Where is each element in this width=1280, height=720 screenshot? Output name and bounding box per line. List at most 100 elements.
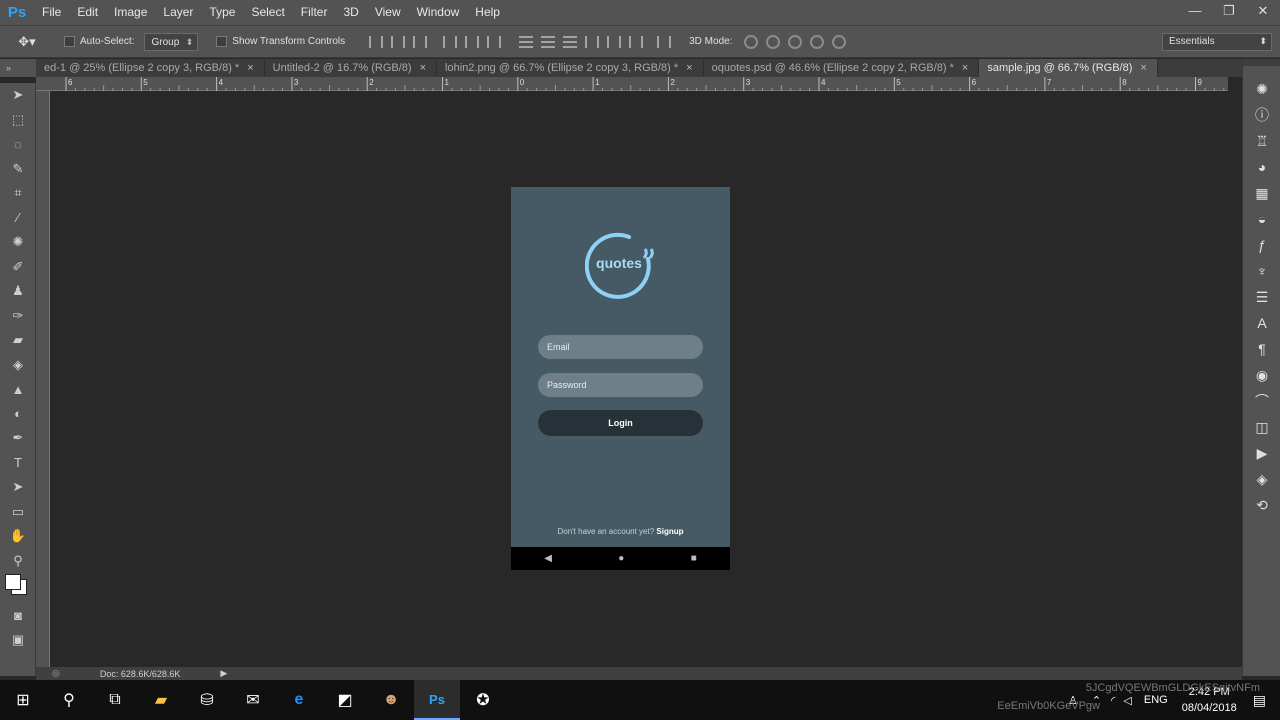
actions-panel-icon[interactable]: ▶ bbox=[1243, 440, 1280, 466]
distribute-bottom-icon[interactable] bbox=[563, 35, 578, 48]
foreground-color-swatch[interactable] bbox=[5, 574, 21, 590]
minimize-button[interactable]: — bbox=[1178, 0, 1212, 25]
paint-bucket-tool-icon[interactable]: ◈ bbox=[0, 353, 36, 378]
menu-window[interactable]: Window bbox=[409, 0, 468, 25]
start-button-icon[interactable]: ⊞ bbox=[0, 680, 46, 720]
dodge-tool-icon[interactable]: ◐ bbox=[0, 402, 36, 427]
close-button[interactable]: ✕ bbox=[1246, 0, 1280, 25]
login-button[interactable]: Login bbox=[538, 410, 703, 436]
home-nav-icon[interactable]: ● bbox=[618, 553, 624, 564]
action-center-icon[interactable]: ▤ bbox=[1253, 692, 1266, 709]
document-tab[interactable]: sample.jpg @ 66.7% (RGB/8) × bbox=[979, 59, 1158, 77]
sticky-notes-icon[interactable]: ◩ bbox=[322, 680, 368, 720]
distribute-center-icon[interactable] bbox=[541, 35, 556, 48]
tabs-collapse-icon[interactable]: » bbox=[0, 59, 36, 77]
file-explorer-icon[interactable]: ▰ bbox=[138, 680, 184, 720]
distribute-right-icon[interactable] bbox=[629, 35, 644, 48]
panel-collapse-strip[interactable] bbox=[1243, 59, 1280, 66]
info-panel-icon[interactable]: ⓘ bbox=[1243, 102, 1280, 128]
type-tool-icon[interactable]: T bbox=[0, 451, 36, 476]
paths-panel-icon[interactable]: ⌒ bbox=[1243, 388, 1280, 414]
blur-tool-icon[interactable]: ▲ bbox=[0, 377, 36, 402]
wifi-icon[interactable]: ◜ bbox=[1111, 694, 1115, 707]
paragraph-panel-icon[interactable]: ¶ bbox=[1243, 336, 1280, 362]
document-tab[interactable]: oquotes.psd @ 46.6% (Ellipse 2 copy 2, R… bbox=[704, 59, 980, 77]
menu-select[interactable]: Select bbox=[243, 0, 292, 25]
navigator-panel-icon[interactable]: ◒ bbox=[1243, 206, 1280, 232]
photoshop-taskbar-icon[interactable]: Ps bbox=[414, 680, 460, 720]
eyedropper-tool-icon[interactable]: ⁄ bbox=[0, 206, 36, 231]
document-tab[interactable]: ed-1 @ 25% (Ellipse 2 copy 3, RGB/8) * × bbox=[36, 59, 265, 77]
align-bottom-edges-icon[interactable] bbox=[413, 35, 428, 48]
align-vertical-centers-icon[interactable] bbox=[391, 35, 406, 48]
screen-mode-icon[interactable]: ▣ bbox=[0, 628, 36, 653]
menu-file[interactable]: File bbox=[34, 0, 69, 25]
edge-browser-icon[interactable]: e bbox=[276, 680, 322, 720]
histogram-panel-icon[interactable]: ♖ bbox=[1243, 128, 1280, 154]
menu-help[interactable]: Help bbox=[467, 0, 508, 25]
color-swatches[interactable] bbox=[0, 573, 35, 603]
move-tool-icon[interactable]: ➤ bbox=[0, 83, 36, 108]
task-view-icon[interactable]: ⧉ bbox=[92, 680, 138, 720]
3d-panel-icon[interactable]: ◉ bbox=[1243, 362, 1280, 388]
distribute-left-icon[interactable] bbox=[585, 35, 600, 48]
hand-tool-icon[interactable]: ✋ bbox=[0, 524, 36, 549]
distribute-hcenter-icon[interactable] bbox=[607, 35, 622, 48]
show-transform-option[interactable]: Show Transform Controls bbox=[216, 36, 345, 47]
recents-nav-icon[interactable]: ■ bbox=[691, 553, 697, 564]
brush-panel-icon[interactable]: ♆ bbox=[1243, 258, 1280, 284]
spot-healing-tool-icon[interactable]: ✺ bbox=[0, 230, 36, 255]
3d-roll-icon[interactable] bbox=[766, 34, 781, 49]
layers-panel-icon[interactable]: ◈ bbox=[1243, 466, 1280, 492]
close-tab-icon[interactable]: × bbox=[686, 59, 692, 77]
align-top-edges-icon[interactable] bbox=[369, 35, 384, 48]
path-selection-tool-icon[interactable]: ➤ bbox=[0, 475, 36, 500]
zoom-tool-icon[interactable]: ⚲ bbox=[0, 549, 36, 574]
menu-view[interactable]: View bbox=[367, 0, 409, 25]
back-nav-icon[interactable]: ◀ bbox=[544, 553, 552, 564]
adjustments-panel-icon[interactable]: ✺ bbox=[1243, 76, 1280, 102]
language-indicator[interactable]: ENG bbox=[1144, 694, 1168, 706]
menu-type[interactable]: Type bbox=[201, 0, 243, 25]
document-tab[interactable]: lohin2.png @ 66.7% (Ellipse 2 copy 3, RG… bbox=[437, 59, 704, 77]
brush-tool-icon[interactable]: ✐ bbox=[0, 255, 36, 280]
channels-panel-icon[interactable]: ◫ bbox=[1243, 414, 1280, 440]
lasso-tool-icon[interactable]: ◌ bbox=[0, 132, 36, 157]
auto-select-option[interactable]: Auto-Select: bbox=[64, 36, 134, 47]
crop-tool-icon[interactable]: ⌗ bbox=[0, 181, 36, 206]
menu-edit[interactable]: Edit bbox=[69, 0, 106, 25]
signup-link[interactable]: Signup bbox=[656, 527, 683, 536]
align-horizontal-centers-icon[interactable] bbox=[465, 35, 480, 48]
auto-align-layers-icon[interactable] bbox=[657, 35, 672, 48]
move-tool-preset-icon[interactable]: ✥▾ bbox=[0, 34, 54, 50]
search-icon[interactable]: ⚲ bbox=[46, 680, 92, 720]
3d-orbit-icon[interactable] bbox=[744, 34, 759, 49]
auto-select-checkbox[interactable] bbox=[64, 36, 75, 47]
paint-app-icon[interactable]: ✪ bbox=[460, 680, 506, 720]
close-tab-icon[interactable]: × bbox=[1140, 59, 1146, 77]
status-settings-icon[interactable]: ◎ bbox=[52, 668, 60, 679]
restore-button[interactable]: ❐ bbox=[1212, 0, 1246, 25]
game-app-icon[interactable]: ☻ bbox=[368, 680, 414, 720]
history-panel-icon[interactable]: ⟲ bbox=[1243, 492, 1280, 518]
menu-layer[interactable]: Layer bbox=[155, 0, 201, 25]
align-right-edges-icon[interactable] bbox=[487, 35, 502, 48]
document-tab[interactable]: Untitled-2 @ 16.7% (RGB/8) × bbox=[265, 59, 438, 77]
character-panel-icon[interactable]: A bbox=[1243, 310, 1280, 336]
status-menu-arrow-icon[interactable]: ▶ bbox=[220, 668, 227, 679]
clone-stamp-tool-icon[interactable]: ♟ bbox=[0, 279, 36, 304]
color-panel-icon[interactable]: ◕ bbox=[1243, 154, 1280, 180]
mail-icon[interactable]: ✉ bbox=[230, 680, 276, 720]
document-canvas[interactable]: quotes Email Password Login Don't have a… bbox=[511, 187, 730, 570]
menu-filter[interactable]: Filter bbox=[293, 0, 336, 25]
styles-panel-icon[interactable]: ƒ bbox=[1243, 232, 1280, 258]
quick-selection-tool-icon[interactable]: ✎ bbox=[0, 157, 36, 182]
eraser-tool-icon[interactable]: ▰ bbox=[0, 328, 36, 353]
swatches-panel-icon[interactable]: ▦ bbox=[1243, 180, 1280, 206]
3d-scale-icon[interactable] bbox=[832, 34, 847, 49]
3d-slide-icon[interactable] bbox=[810, 34, 825, 49]
rectangle-tool-icon[interactable]: ▭ bbox=[0, 500, 36, 525]
pen-tool-icon[interactable]: ✒ bbox=[0, 426, 36, 451]
marquee-tool-icon[interactable]: ⬚ bbox=[0, 108, 36, 133]
menu-image[interactable]: Image bbox=[106, 0, 155, 25]
